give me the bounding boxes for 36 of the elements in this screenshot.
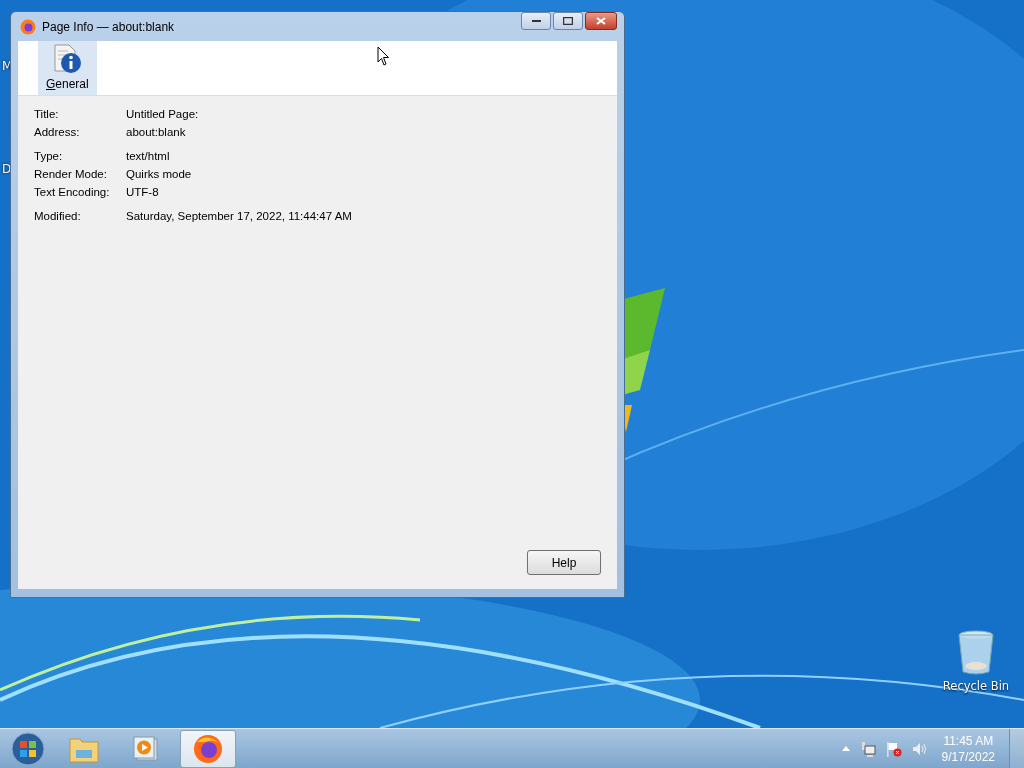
firefox-icon: [193, 733, 223, 764]
close-button[interactable]: [585, 12, 617, 30]
desktop-icon-label[interactable]: D: [2, 162, 12, 176]
firefox-icon: [20, 18, 36, 35]
field-value: text/html: [126, 150, 171, 162]
trash-bin-icon: [957, 630, 995, 676]
icon-label: Recycle Bin: [942, 679, 1010, 693]
field-label: Render Mode:: [34, 168, 108, 180]
minimize-icon: [531, 19, 541, 23]
media-player-icon: [133, 735, 159, 762]
taskbar-app[interactable]: [180, 729, 236, 768]
close-icon: [596, 17, 606, 25]
show-desktop-button[interactable]: [1009, 729, 1024, 768]
field-label: Modified:: [34, 210, 82, 222]
field-value: Quirks mode: [126, 168, 193, 180]
flag-error-icon[interactable]: [885, 740, 902, 757]
field-value: Saturday, September 17, 2022, 11:44:47 AM: [126, 210, 352, 222]
help-button[interactable]: Help: [527, 550, 601, 575]
windows-logo-icon: [11, 731, 45, 766]
field-label: Type:: [34, 150, 64, 162]
field-value: about:blank: [126, 126, 187, 138]
network-icon[interactable]: [859, 740, 876, 757]
recycle-bin[interactable]: Recycle Bin: [940, 630, 1012, 693]
field-label: Address:: [34, 126, 81, 138]
field-label: Title:: [34, 108, 60, 120]
caret-up-icon[interactable]: [841, 746, 850, 751]
maximize-icon: [563, 17, 573, 25]
mouse-cursor-icon: [377, 46, 390, 66]
info-icon: [51, 43, 84, 75]
field-label: Text Encoding:: [34, 186, 111, 198]
maximize-button[interactable]: [553, 12, 583, 30]
minimize-button[interactable]: [521, 12, 551, 30]
general-tab[interactable]: General: [38, 41, 97, 95]
window-title: Page Info — about:blank: [42, 19, 175, 34]
field-value: Untitled Page:: [126, 108, 200, 120]
field-value: UTF-8: [126, 186, 160, 198]
